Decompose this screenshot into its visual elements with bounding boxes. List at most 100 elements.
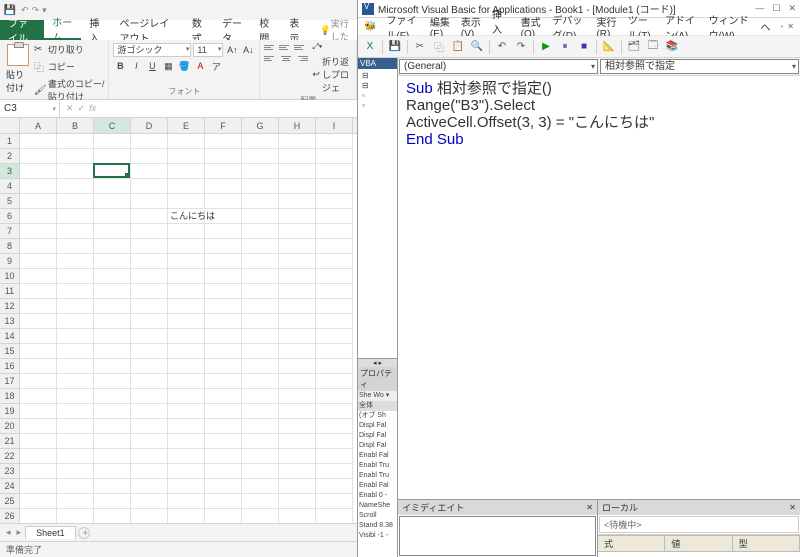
cell[interactable] — [57, 194, 94, 209]
select-all-corner[interactable] — [0, 118, 20, 133]
cell[interactable] — [168, 284, 205, 299]
vbe-app-icon[interactable]: 🐝 — [364, 21, 376, 32]
cell[interactable] — [316, 509, 353, 523]
cell[interactable] — [94, 254, 131, 269]
tab-page-layout[interactable]: ページレイアウト — [111, 20, 183, 40]
locals-col-expr[interactable]: 式 — [598, 535, 665, 552]
cell[interactable] — [94, 179, 131, 194]
cell[interactable] — [131, 449, 168, 464]
sheet-nav-next-icon[interactable]: ▸ — [15, 527, 24, 538]
cell[interactable] — [131, 179, 168, 194]
cell[interactable] — [168, 494, 205, 509]
cell[interactable] — [131, 164, 168, 179]
mdi-close-icon[interactable]: ✕ — [787, 22, 794, 31]
close-icon[interactable]: ✕ — [789, 503, 796, 512]
cell[interactable] — [205, 179, 242, 194]
cell[interactable] — [20, 179, 57, 194]
cell[interactable] — [242, 284, 279, 299]
cell[interactable] — [205, 149, 242, 164]
close-icon[interactable]: ✕ — [788, 3, 796, 14]
row-header[interactable]: 21 — [0, 434, 19, 449]
align-middle-icon[interactable] — [279, 42, 293, 52]
cell[interactable] — [131, 224, 168, 239]
cell[interactable] — [205, 269, 242, 284]
row-header[interactable]: 19 — [0, 404, 19, 419]
cell[interactable] — [316, 389, 353, 404]
cell[interactable] — [205, 404, 242, 419]
row-header[interactable]: 14 — [0, 329, 19, 344]
property-row[interactable]: Displ Fal — [358, 421, 397, 431]
cell[interactable] — [20, 149, 57, 164]
cell[interactable] — [94, 449, 131, 464]
find-icon[interactable]: 🔍 — [469, 39, 485, 55]
bold-button[interactable]: B — [113, 59, 127, 73]
cell[interactable] — [131, 314, 168, 329]
italic-button[interactable]: I — [129, 59, 143, 73]
orientation-button[interactable]: ⤢▾ — [312, 42, 352, 52]
cell[interactable] — [20, 224, 57, 239]
cell[interactable] — [131, 494, 168, 509]
cell[interactable] — [131, 269, 168, 284]
column-header[interactable]: B — [57, 118, 94, 133]
column-header[interactable]: H — [279, 118, 316, 133]
column-header[interactable]: C — [94, 118, 131, 133]
cell[interactable] — [131, 209, 168, 224]
row-header[interactable]: 3 — [0, 164, 19, 179]
cell[interactable] — [242, 464, 279, 479]
properties-pane[interactable]: プロパティ She Wo ▾ 全体 (オブ ShDispl FalDispl F… — [358, 367, 397, 557]
cell[interactable] — [316, 494, 353, 509]
undo-icon[interactable]: ↶ — [494, 39, 510, 55]
cell[interactable] — [20, 164, 57, 179]
cell[interactable] — [316, 134, 353, 149]
wrap-text-button[interactable]: ↩折り返しプロジェ — [312, 54, 352, 95]
cell[interactable] — [205, 509, 242, 523]
object-dropdown[interactable]: (General) — [399, 59, 598, 74]
cell[interactable] — [316, 179, 353, 194]
column-header[interactable]: F — [205, 118, 242, 133]
cell[interactable] — [57, 149, 94, 164]
property-row[interactable]: (オブ Sh — [358, 411, 397, 421]
cell[interactable] — [316, 464, 353, 479]
maximize-icon[interactable]: ☐ — [772, 3, 780, 14]
cell[interactable] — [57, 494, 94, 509]
cell[interactable] — [57, 359, 94, 374]
property-row[interactable]: Displ Fal — [358, 431, 397, 441]
cell[interactable] — [57, 344, 94, 359]
cell[interactable] — [168, 149, 205, 164]
cell[interactable] — [131, 194, 168, 209]
copy-button[interactable]: ⿻コピー — [34, 58, 105, 75]
cell[interactable] — [242, 434, 279, 449]
column-header[interactable]: D — [131, 118, 168, 133]
cell[interactable] — [279, 419, 316, 434]
cell[interactable] — [205, 389, 242, 404]
property-row[interactable]: Stand 8.38 — [358, 521, 397, 531]
cut-icon[interactable]: ✂ — [412, 39, 428, 55]
cell[interactable] — [94, 134, 131, 149]
locals-col-value[interactable]: 値 — [665, 535, 732, 552]
cell[interactable] — [316, 164, 353, 179]
cell[interactable] — [242, 149, 279, 164]
cell[interactable] — [94, 389, 131, 404]
decrease-font-icon[interactable]: A↓ — [241, 43, 255, 57]
cell[interactable] — [57, 239, 94, 254]
sheet-tab-sheet1[interactable]: Sheet1 — [25, 526, 76, 539]
cell[interactable] — [279, 314, 316, 329]
row-header[interactable]: 24 — [0, 479, 19, 494]
cell[interactable] — [279, 344, 316, 359]
font-color-button[interactable]: A — [193, 59, 207, 73]
cell[interactable] — [168, 179, 205, 194]
row-header[interactable]: 23 — [0, 464, 19, 479]
cell[interactable] — [242, 239, 279, 254]
tree-node[interactable]: ▫ — [360, 91, 395, 101]
cell[interactable] — [57, 269, 94, 284]
cell[interactable] — [57, 134, 94, 149]
cell[interactable] — [205, 299, 242, 314]
paste-icon[interactable]: 📋 — [450, 39, 466, 55]
align-center-icon[interactable] — [279, 53, 293, 63]
cell[interactable] — [168, 374, 205, 389]
cell[interactable] — [94, 284, 131, 299]
tab-home[interactable]: ホーム — [44, 20, 81, 40]
cell[interactable] — [20, 479, 57, 494]
properties-object-select[interactable]: She Wo ▾ — [358, 391, 397, 401]
sheet-nav-prev-icon[interactable]: ◂ — [4, 527, 13, 538]
